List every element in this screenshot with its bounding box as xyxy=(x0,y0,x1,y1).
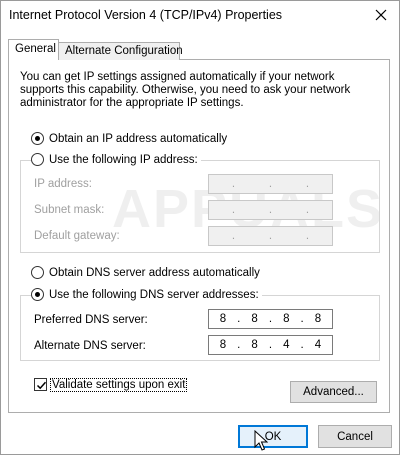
radio-label: Use the following IP address: xyxy=(49,153,198,166)
preferred-dns-field[interactable]: 8. 8. 8. 8 xyxy=(208,309,333,329)
alternate-dns-label: Alternate DNS server: xyxy=(34,340,146,352)
radio-button-checked[interactable] xyxy=(31,288,44,301)
close-button[interactable] xyxy=(364,1,398,29)
radio-obtain-ip-auto[interactable]: Obtain an IP address automatically xyxy=(31,132,227,145)
radio-use-following-dns[interactable]: Use the following DNS server addresses: xyxy=(31,288,262,301)
ip-address-label: IP address: xyxy=(34,178,92,190)
tab-alternate-configuration[interactable]: Alternate Configuration xyxy=(58,42,183,60)
radio-use-following-ip[interactable]: Use the following IP address: xyxy=(31,153,201,166)
radio-label: Use the following DNS server addresses: xyxy=(49,288,259,301)
radio-label: Obtain DNS server address automatically xyxy=(49,266,260,279)
alternate-dns-field[interactable]: 8. 8. 4. 4 xyxy=(208,335,333,355)
subnet-mask-field[interactable]: ... xyxy=(208,200,333,220)
radio-button[interactable] xyxy=(31,153,44,166)
ok-button[interactable]: OK xyxy=(238,425,308,448)
cancel-button[interactable]: Cancel xyxy=(318,425,392,448)
ip-address-field[interactable]: ... xyxy=(208,174,333,194)
preferred-dns-label: Preferred DNS server: xyxy=(34,314,148,326)
default-gateway-field[interactable]: ... xyxy=(208,226,333,246)
tab-label: Alternate Configuration xyxy=(65,45,183,57)
checkmark-icon xyxy=(36,381,47,390)
mouse-cursor-icon xyxy=(254,430,268,451)
default-gateway-label: Default gateway: xyxy=(34,230,120,242)
radio-obtain-dns-auto[interactable]: Obtain DNS server address automatically xyxy=(31,266,260,279)
radio-button[interactable] xyxy=(31,266,44,279)
advanced-button[interactable]: Advanced... xyxy=(290,381,377,403)
octet-dot: . xyxy=(268,313,273,325)
description-text: You can get IP settings assigned automat… xyxy=(20,71,351,109)
tab-general[interactable]: General xyxy=(8,39,59,60)
subnet-mask-label: Subnet mask: xyxy=(34,204,105,216)
checkbox-label: Validate settings upon exit xyxy=(49,377,188,392)
window-title: Internet Protocol Version 4 (TCP/IPv4) P… xyxy=(9,8,283,22)
octet-dot: . xyxy=(300,313,304,325)
radio-label: Obtain an IP address automatically xyxy=(49,132,228,145)
octet-dot: . xyxy=(268,339,273,351)
close-icon xyxy=(375,9,387,21)
validate-settings-checkbox[interactable]: Validate settings upon exit xyxy=(34,377,188,392)
octet-dot: . xyxy=(237,339,241,351)
radio-button-checked[interactable] xyxy=(31,132,44,145)
octet-dot: . xyxy=(300,339,304,351)
checkbox-box[interactable] xyxy=(34,378,47,391)
tab-label: General xyxy=(15,43,56,55)
octet-dot: . xyxy=(237,313,241,325)
